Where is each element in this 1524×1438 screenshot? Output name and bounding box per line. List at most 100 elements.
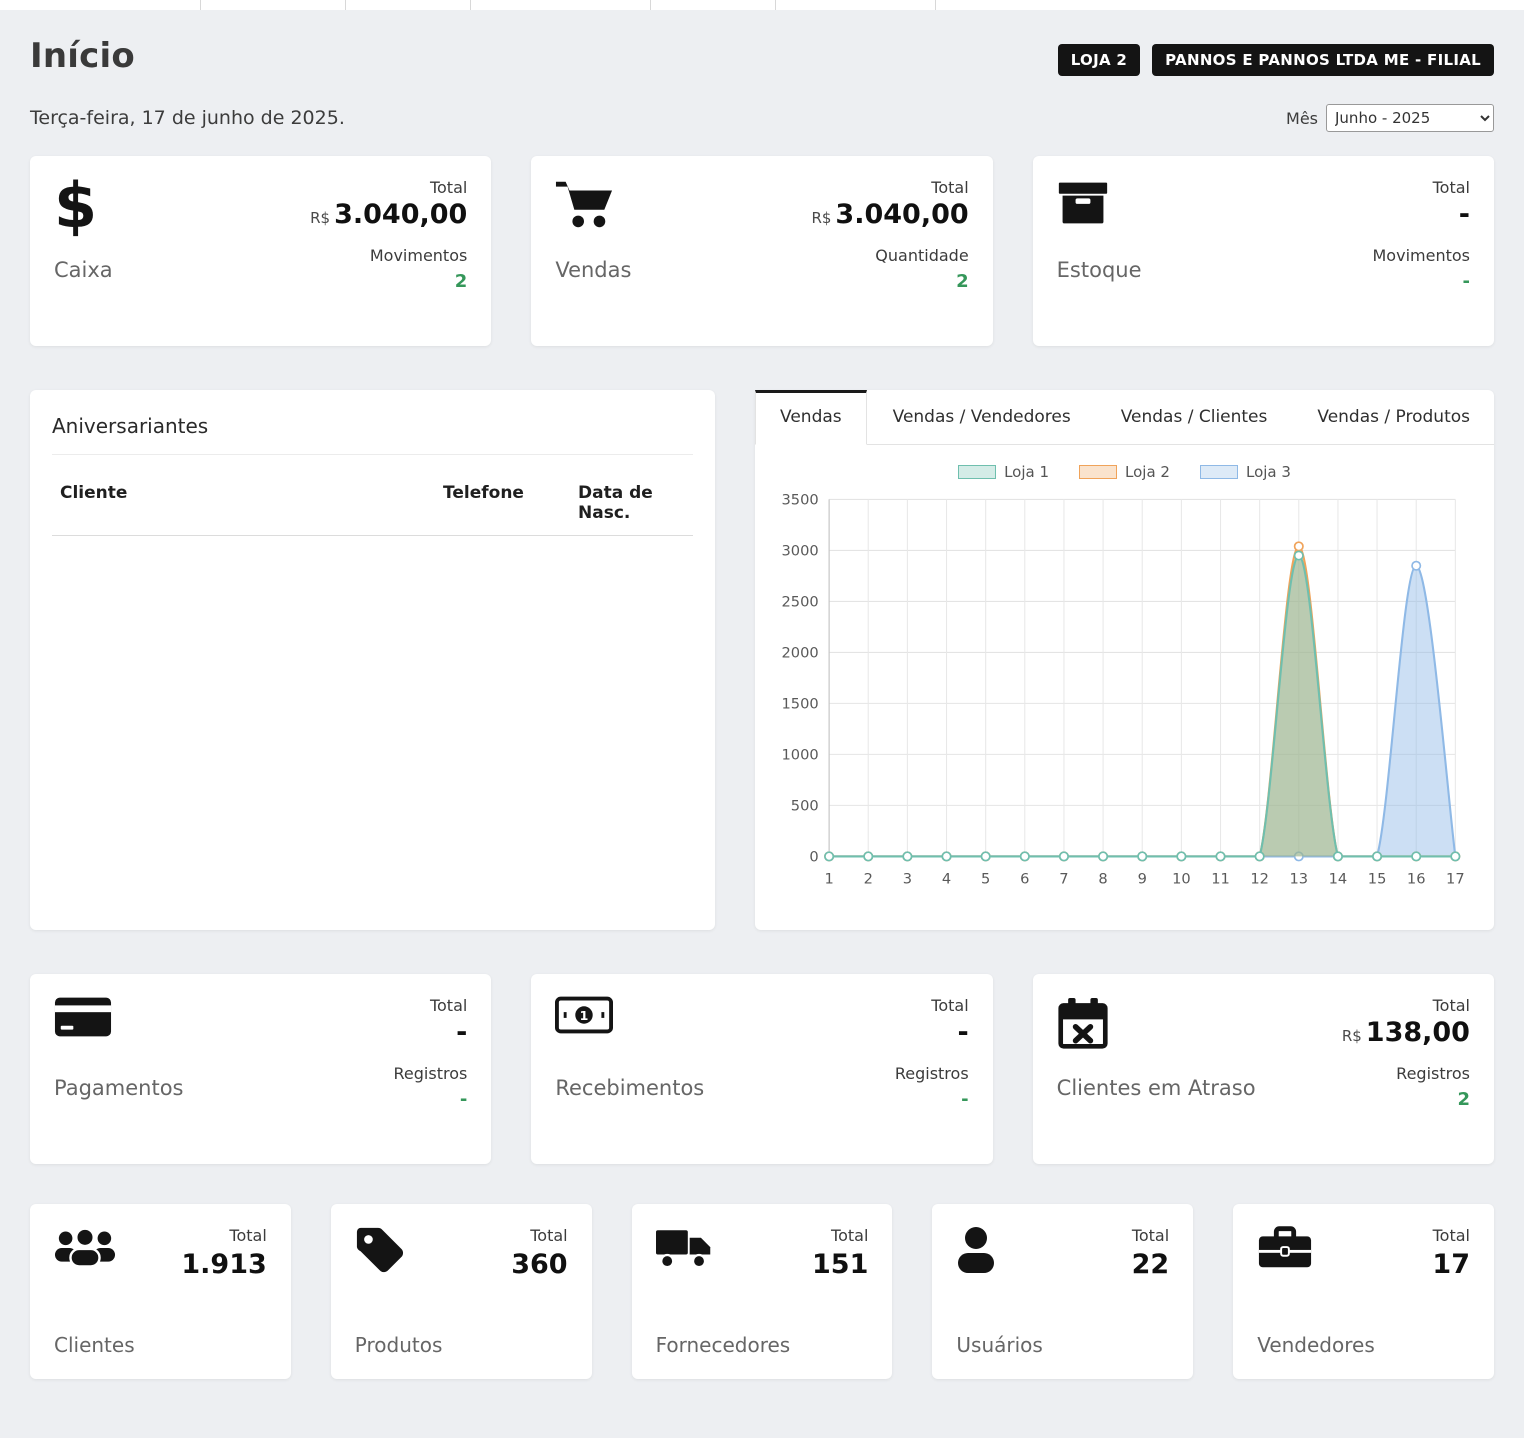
card-produtos[interactable]: Produtos Total 360 [331,1204,592,1379]
sales-chart-card: Vendas Vendas / Vendedores Vendas / Clie… [755,390,1494,930]
card-clientes[interactable]: Clientes Total 1.913 [30,1204,291,1379]
svg-text:5: 5 [981,871,990,888]
svg-text:16: 16 [1407,871,1426,888]
metric-label: Quantidade [811,246,968,265]
card-vendas[interactable]: Vendas Total R$3.040,00 Quantidade 2 [531,156,992,346]
company-badge[interactable]: PANNOS E PANNOS LTDA ME - FILIAL [1152,44,1494,76]
card-clientes-atraso-left: Clientes em Atraso [1057,996,1256,1142]
card-caixa[interactable]: $ Caixa Total R$3.040,00 Movimentos 2 [30,156,491,346]
nav-divider [200,0,201,10]
metric-value: 2 [310,271,467,292]
svg-text:2: 2 [864,871,873,888]
legend-swatch-loja-2 [1079,465,1117,479]
svg-text:7: 7 [1059,871,1068,888]
card-label: Caixa [54,258,113,282]
briefcase-icon [1257,1226,1375,1282]
total-label: Total [811,178,968,197]
card-estoque-left: Estoque [1057,178,1142,324]
card-usuarios[interactable]: Usuários Total 22 [932,1204,1193,1379]
nav-divider [935,0,936,10]
total-label: Total [310,178,467,197]
mid-cards-row: Pagamentos Total - Registros - 1 [30,974,1494,1164]
month-select[interactable]: Junho - 2025 [1326,104,1494,132]
card-caixa-left: $ Caixa [54,178,113,324]
card-label: Vendedores [1257,1333,1375,1357]
svg-text:15: 15 [1368,871,1387,888]
current-date: Terça-feira, 17 de junho de 2025. [30,107,345,129]
svg-text:1000: 1000 [782,747,819,764]
svg-text:0: 0 [809,849,818,866]
top-nav-strip [0,0,1524,10]
card-label: Fornecedores [656,1333,791,1357]
nav-divider [775,0,776,10]
total-value: R$3.040,00 [310,199,467,230]
tag-icon [355,1226,443,1282]
legend-loja-3[interactable]: Loja 3 [1200,463,1291,481]
svg-text:9: 9 [1138,871,1147,888]
metric-label: Registros [394,1064,468,1083]
currency-prefix: R$ [811,209,831,227]
store-badge[interactable]: LOJA 2 [1058,44,1140,76]
svg-text:12: 12 [1250,871,1269,888]
cart-icon [555,178,631,240]
value-number: 138,00 [1366,1017,1470,1048]
card-vendedores[interactable]: Vendedores Total 17 [1233,1204,1494,1379]
card-clientes-em-atraso[interactable]: Clientes em Atraso Total R$138,00 Regist… [1033,974,1494,1164]
people-icon [54,1226,135,1282]
total-label: Total [1373,178,1470,197]
card-usuarios-right: Total 22 [1132,1226,1170,1357]
legend-loja-1[interactable]: Loja 1 [958,463,1049,481]
card-estoque[interactable]: Estoque Total - Movimentos - [1033,156,1494,346]
card-label: Recebimentos [555,1076,704,1100]
value-number: 3.040,00 [835,199,968,230]
svg-text:4: 4 [942,871,951,888]
svg-text:3500: 3500 [782,492,819,509]
tab-vendas-clientes[interactable]: Vendas / Clientes [1097,390,1292,444]
chart-body: Loja 1 Loja 2 Loja 3 0500100015002000250… [755,445,1494,930]
card-recebimentos[interactable]: 1 Recebimentos Total - Registros - [531,974,992,1164]
card-fornecedores-left: Fornecedores [656,1226,791,1357]
card-label: Usuários [956,1333,1042,1357]
svg-text:10: 10 [1172,871,1191,888]
svg-text:500: 500 [791,798,819,815]
svg-text:11: 11 [1211,871,1230,888]
card-clientes-right: Total 1.913 [181,1226,266,1357]
legend-loja-2[interactable]: Loja 2 [1079,463,1170,481]
card-pagamentos-right: Total - Registros - [394,996,468,1142]
birthdays-title: Aniversariantes [52,414,693,455]
card-vendas-right: Total R$3.040,00 Quantidade 2 [811,178,968,324]
tab-vendas-produtos[interactable]: Vendas / Produtos [1293,390,1494,444]
card-produtos-left: Produtos [355,1226,443,1357]
nav-divider [345,0,346,10]
card-caixa-right: Total R$3.040,00 Movimentos 2 [310,178,467,324]
card-fornecedores[interactable]: Fornecedores Total 151 [632,1204,893,1379]
card-recebimentos-right: Total - Registros - [895,996,969,1142]
user-icon [956,1226,1042,1282]
card-label: Produtos [355,1333,443,1357]
total-value: R$138,00 [1342,1017,1470,1048]
card-clientes-left: Clientes [54,1226,135,1357]
banknote-icon: 1 [555,996,704,1058]
card-recebimentos-left: 1 Recebimentos [555,996,704,1142]
total-label: Total [394,996,468,1015]
sales-area-chart[interactable]: 0500100015002000250030003500123456789101… [779,489,1470,911]
card-vendedores-left: Vendedores [1257,1226,1375,1357]
total-value: - [1373,199,1470,230]
tab-vendas-vendedores[interactable]: Vendas / Vendedores [869,390,1095,444]
total-value: - [394,1017,468,1048]
legend-label: Loja 2 [1125,463,1170,481]
card-fornecedores-right: Total 151 [812,1226,868,1357]
tab-vendas[interactable]: Vendas [755,390,867,445]
card-label: Estoque [1057,258,1142,282]
total-value: R$3.040,00 [811,199,968,230]
month-filter-label: Mês [1286,109,1318,128]
card-label: Pagamentos [54,1076,184,1100]
nav-divider [470,0,471,10]
card-pagamentos[interactable]: Pagamentos Total - Registros - [30,974,491,1164]
total-label: Total [1342,996,1470,1015]
card-clientes-atraso-right: Total R$138,00 Registros 2 [1342,996,1470,1142]
value-number: 3.040,00 [334,199,467,230]
value-number: 17 [1432,1249,1470,1280]
total-label: Total [1432,1226,1470,1245]
legend-swatch-loja-3 [1200,465,1238,479]
